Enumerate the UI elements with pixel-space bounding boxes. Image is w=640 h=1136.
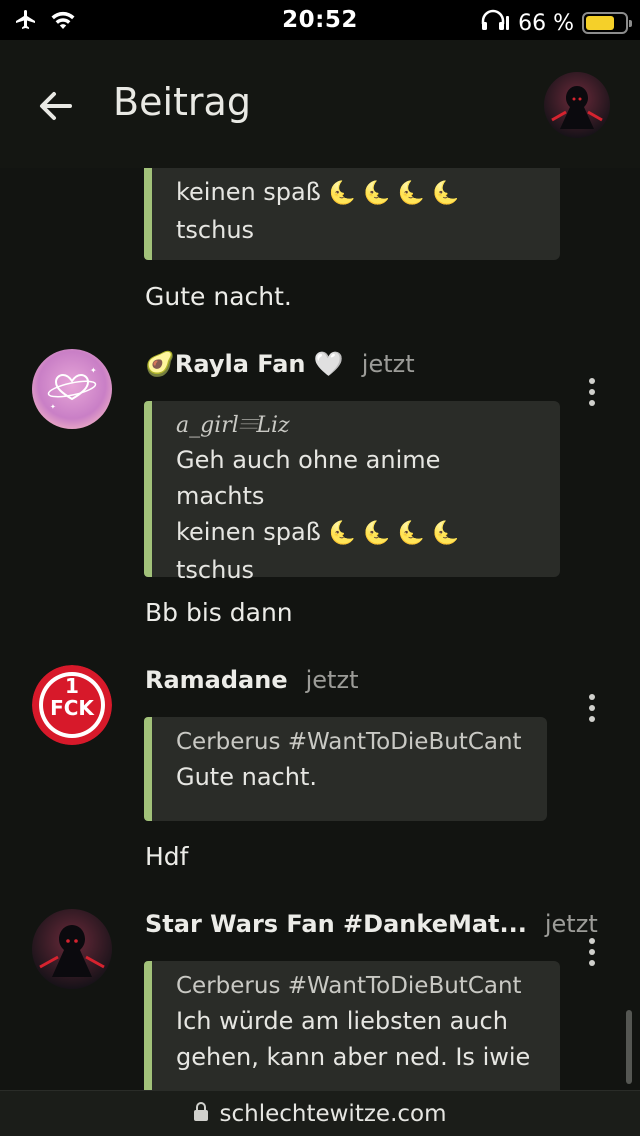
user-avatar[interactable] xyxy=(544,72,610,138)
moon-emoji: 🌜 🌜 🌜 🌜 xyxy=(328,181,460,206)
lock-icon xyxy=(193,1101,209,1126)
avatar-star-wars-fan[interactable] xyxy=(32,909,112,989)
comment-text: Bb bis dann xyxy=(145,598,293,627)
more-options-button[interactable] xyxy=(580,374,604,410)
quote-line: Gute nacht. xyxy=(176,763,317,791)
moon-emoji: 🌜 🌜 🌜 🌜 xyxy=(328,521,460,546)
comment-header: Ramadane jetzt xyxy=(145,666,358,694)
quote-line: Ich würde am liebsten auch xyxy=(176,1007,508,1035)
quote-line: tschus xyxy=(176,556,255,584)
back-button[interactable] xyxy=(32,82,80,130)
quote-line: gehen, kann aber ned. Is iwie xyxy=(176,1043,531,1071)
quote-line: tschus xyxy=(176,216,255,244)
comment-header: 🥑Rayla Fan 🤍 jetzt xyxy=(145,350,415,378)
quote-line: keinen spaß xyxy=(176,178,321,206)
comment-feed[interactable]: keinen spaß 🌜 🌜 🌜 🌜 tschus Gute nacht. ✦ ✦… xyxy=(0,168,640,1090)
comment-text: Gute nacht. xyxy=(145,282,292,311)
more-options-button[interactable] xyxy=(580,934,604,970)
battery-icon xyxy=(582,12,632,34)
headphones-icon xyxy=(480,8,510,38)
svg-text:✦: ✦ xyxy=(50,403,56,411)
battery-percent: 66 % xyxy=(518,10,574,36)
quote-block[interactable]: Cerberus #WantToDieButCant Gute nacht. xyxy=(144,717,547,821)
quote-block[interactable]: 𝑎_𝑔𝑖𝑟𝑙𝄘𝐿𝑖𝑧 Geh auch ohne anime machts ke… xyxy=(144,401,560,584)
comment-text: Hdf xyxy=(145,842,189,871)
scrollbar[interactable] xyxy=(626,1010,632,1084)
timestamp: jetzt xyxy=(361,350,415,378)
svg-text:✦: ✦ xyxy=(90,366,97,375)
url-bar[interactable]: schlechtewitze.com xyxy=(0,1090,640,1136)
author-name[interactable]: 🥑Rayla Fan 🤍 xyxy=(145,350,344,378)
url-text: schlechtewitze.com xyxy=(219,1100,447,1127)
svg-text:FCK: FCK xyxy=(50,696,95,720)
status-bar: 20:52 66 % xyxy=(0,0,640,40)
page-title: Beitrag xyxy=(113,80,251,124)
quote-author: Cerberus #WantToDieButCant xyxy=(176,973,522,999)
heart-emoji: 🤍 xyxy=(313,350,344,378)
comment-header: Star Wars Fan #DankeMat... jetzt xyxy=(145,910,598,938)
author-name[interactable]: Star Wars Fan #DankeMat... xyxy=(145,910,527,938)
app-bar: Beitrag xyxy=(0,40,640,168)
quote-line: Geh auch ohne anime machts xyxy=(176,446,441,510)
arrow-left-icon xyxy=(40,92,72,120)
avocado-emoji: 🥑 xyxy=(145,350,175,378)
timestamp: jetzt xyxy=(305,666,359,694)
avatar-logo-text: 1 xyxy=(65,674,79,698)
quote-author: 𝑎_𝑔𝑖𝑟𝑙𝄘𝐿𝑖𝑧 xyxy=(176,413,290,438)
avatar-ramadane[interactable]: 1 FCK xyxy=(32,665,112,745)
quote-line: keinen spaß xyxy=(176,518,321,546)
avatar-rayla-fan[interactable]: ✦ ✦ xyxy=(32,349,112,429)
quote-block: keinen spaß 🌜 🌜 🌜 🌜 tschus xyxy=(144,168,560,260)
more-options-button[interactable] xyxy=(580,690,604,726)
author-name[interactable]: Ramadane xyxy=(145,666,288,694)
quote-author: Cerberus #WantToDieButCant xyxy=(176,729,522,755)
quote-block[interactable]: Cerberus #WantToDieButCant Ich würde am … xyxy=(144,961,560,1090)
